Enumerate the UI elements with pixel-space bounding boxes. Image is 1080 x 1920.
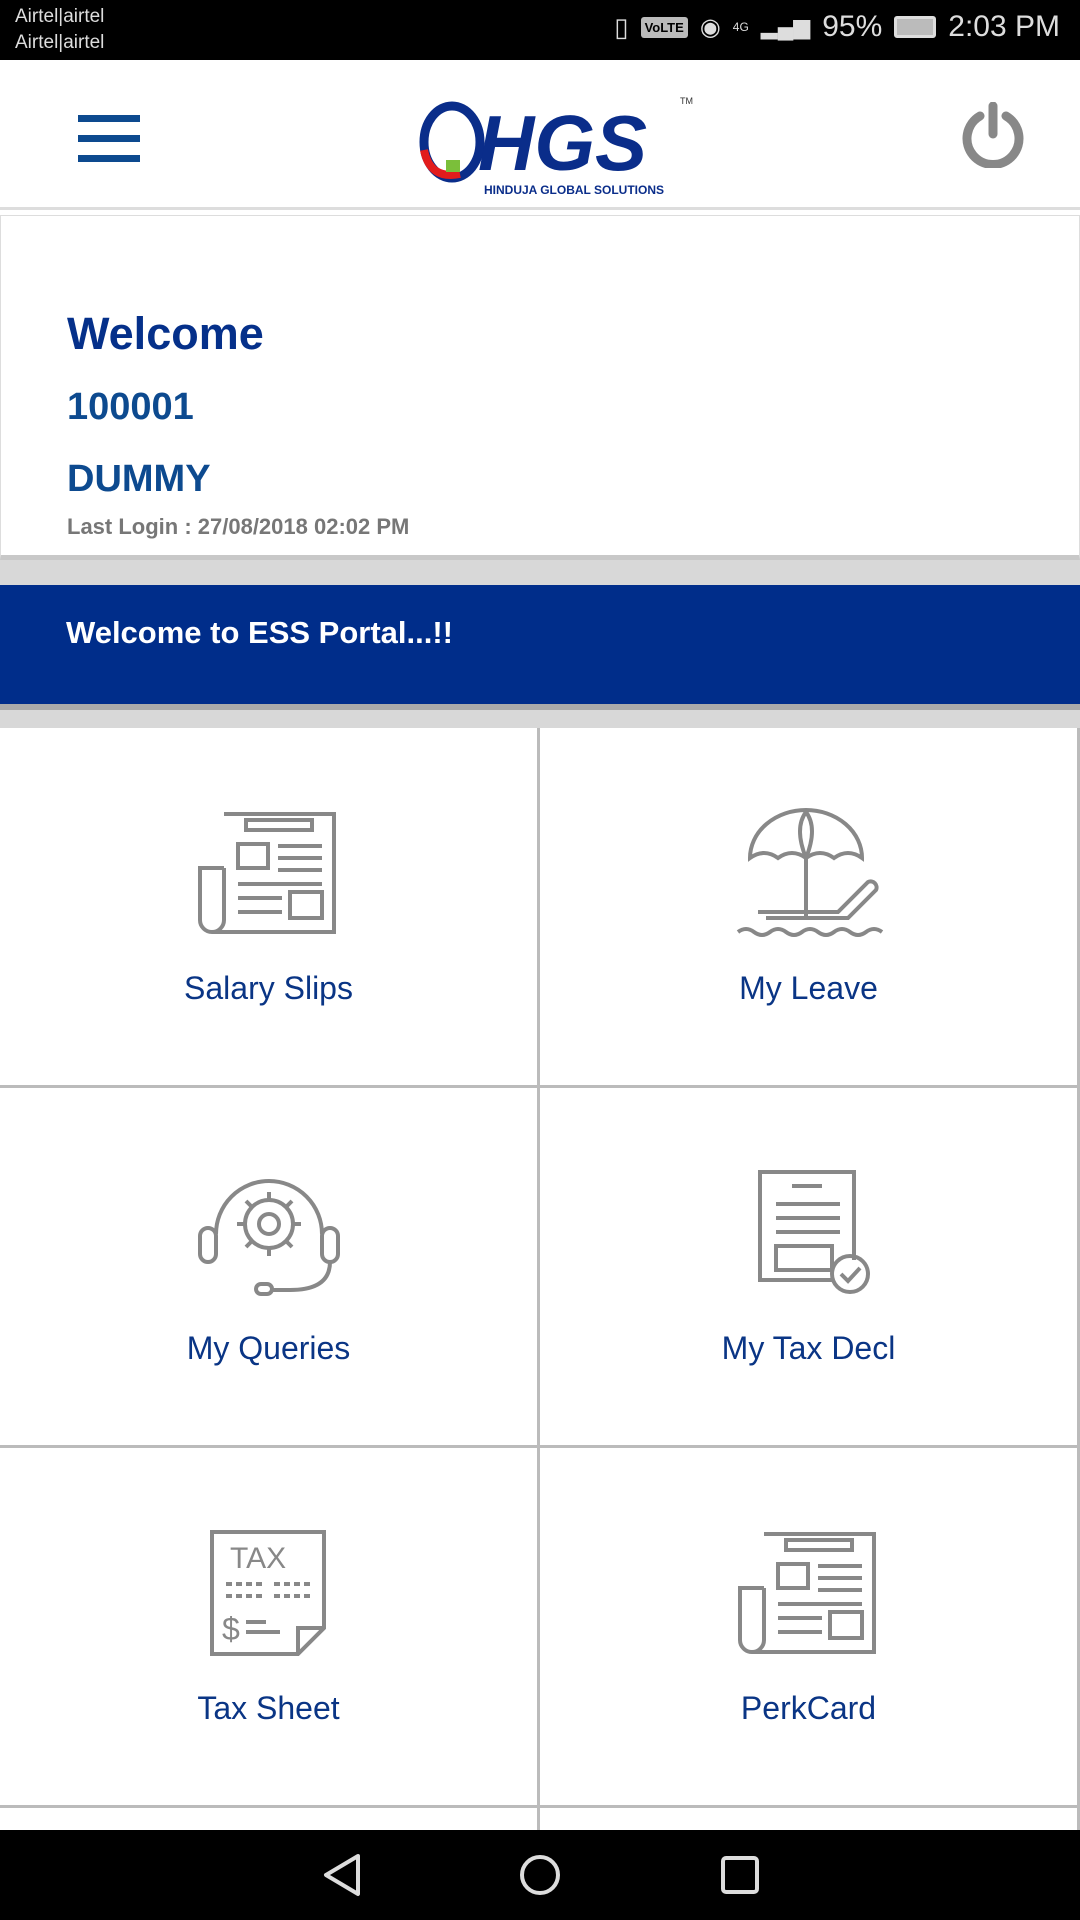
signal-icon: ▂▄▆ bbox=[760, 14, 811, 39]
carrier-1: Airtel|airtel bbox=[15, 6, 105, 27]
tile-label: PerkCard bbox=[740, 1690, 877, 1726]
banner-text: Welcome to ESS Portal...!! bbox=[66, 615, 454, 650]
back-icon[interactable] bbox=[320, 1852, 364, 1898]
welcome-heading: Welcome bbox=[67, 308, 264, 359]
last-login: Last Login : 27/08/2018 02:02 PM bbox=[67, 514, 410, 539]
tile-label: My Leave bbox=[739, 970, 878, 1006]
tile-tax-sheet[interactable]: TAX $ Tax Sheet bbox=[0, 1448, 540, 1808]
employee-name: DUMMY bbox=[67, 458, 211, 500]
signal-4g-icon: 4G bbox=[732, 20, 749, 34]
app-header: HGS TM HINDUJA GLOBAL SOLUTIONS bbox=[0, 60, 1080, 210]
tile-label: Salary Slips bbox=[184, 970, 353, 1006]
svg-text:TAX: TAX bbox=[230, 1542, 286, 1575]
menu-grid: Salary Slips My Leave My Queries My Tax … bbox=[0, 728, 1080, 1830]
power-icon[interactable] bbox=[960, 102, 1026, 168]
clock: 2:03 PM bbox=[948, 10, 1060, 43]
svg-text:HINDUJA GLOBAL SOLUTIONS: HINDUJA GLOBAL SOLUTIONS bbox=[484, 183, 664, 197]
volte-icon: VoLTE bbox=[640, 16, 688, 38]
home-icon[interactable] bbox=[518, 1852, 562, 1898]
newspaper-icon bbox=[197, 812, 336, 934]
recents-icon[interactable] bbox=[718, 1852, 762, 1898]
tile-partial[interactable] bbox=[0, 1808, 540, 1830]
vibrate-icon: ▯ bbox=[614, 11, 629, 42]
navigation-bar bbox=[0, 1830, 1080, 1920]
status-bar: Airtel|airtel Airtel|airtel ▯ VoLTE ◉ 4G… bbox=[0, 0, 1080, 60]
divider bbox=[0, 710, 1080, 728]
battery-percent: 95% bbox=[822, 10, 883, 43]
newspaper-icon bbox=[737, 1532, 876, 1654]
svg-text:$: $ bbox=[222, 1611, 240, 1647]
tile-label: My Tax Decl bbox=[721, 1330, 896, 1366]
tile-label: My Queries bbox=[186, 1330, 351, 1366]
profile-card: Welcome 100001 DUMMY Last Login : 27/08/… bbox=[0, 215, 1080, 560]
tile-my-queries[interactable]: My Queries bbox=[0, 1088, 540, 1448]
carrier-2: Airtel|airtel bbox=[15, 32, 105, 53]
headset-gear-icon bbox=[197, 1179, 340, 1296]
tile-salary-slips[interactable]: Salary Slips bbox=[0, 728, 540, 1088]
tile-label: Tax Sheet bbox=[197, 1690, 340, 1726]
divider bbox=[0, 560, 1080, 585]
beach-umbrella-icon bbox=[736, 808, 883, 937]
hamburger-icon[interactable] bbox=[78, 115, 140, 175]
battery-icon bbox=[894, 16, 937, 38]
welcome-banner: Welcome to ESS Portal...!! bbox=[0, 585, 1080, 710]
tile-my-leave[interactable]: My Leave bbox=[540, 728, 1080, 1088]
hgs-logo: HGS TM HINDUJA GLOBAL SOLUTIONS bbox=[410, 90, 710, 202]
eye-icon: ◉ bbox=[699, 13, 721, 41]
svg-text:TM: TM bbox=[680, 96, 693, 106]
tile-partial[interactable] bbox=[540, 1808, 1080, 1830]
employee-id: 100001 bbox=[67, 386, 194, 428]
tile-my-tax-decl[interactable]: My Tax Decl bbox=[540, 1088, 1080, 1448]
tax-document-icon: TAX $ bbox=[209, 1530, 326, 1656]
tile-perkcard[interactable]: PerkCard bbox=[540, 1448, 1080, 1808]
document-check-icon bbox=[757, 1170, 870, 1294]
svg-text:HGS: HGS bbox=[478, 99, 647, 187]
